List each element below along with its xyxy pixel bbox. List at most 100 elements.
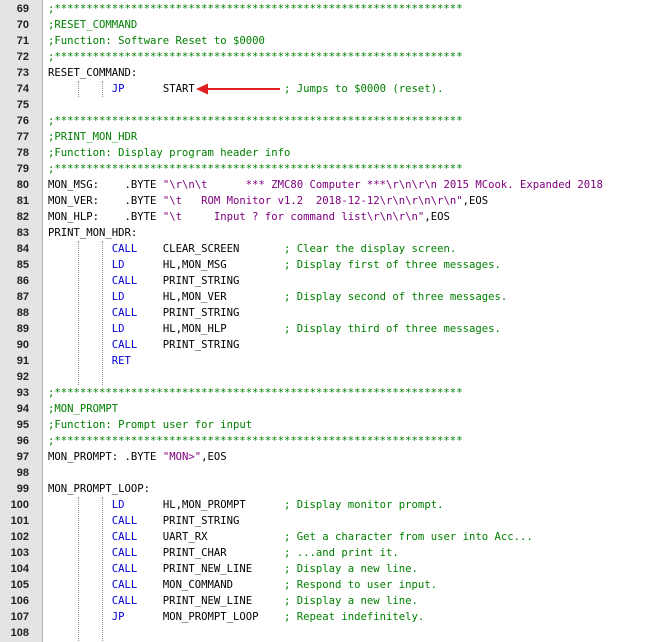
code-line[interactable]: CALL PRINT_NEW_LINE ; Display a new line… bbox=[48, 561, 418, 577]
code-token-comment: ; Respond to user input. bbox=[284, 579, 438, 591]
code-token-keyword: CALL bbox=[111, 515, 138, 527]
code-line[interactable]: ;***************************************… bbox=[48, 1, 463, 17]
code-token-string: "\r\n\t *** ZMC80 Computer ***\r\n\r\n 2… bbox=[162, 179, 603, 191]
code-line[interactable]: MON_MSG: .BYTE "\r\n\t *** ZMC80 Compute… bbox=[48, 177, 603, 193]
code-line[interactable]: RET bbox=[48, 353, 131, 369]
code-token-keyword: CALL bbox=[111, 547, 138, 559]
code-line[interactable]: ;Function: Software Reset to $0000 bbox=[48, 33, 265, 49]
code-line[interactable]: ;***************************************… bbox=[48, 113, 463, 129]
code-token-plain: MON_PROMPT_LOOP: bbox=[48, 483, 151, 495]
line-number: 98 bbox=[16, 467, 29, 479]
line-number: 103 bbox=[10, 547, 29, 559]
code-token-plain: PRINT_MON_HDR: bbox=[48, 227, 138, 239]
line-number: 71 bbox=[16, 35, 29, 47]
code-line[interactable]: MON_HLP: .BYTE "\t Input ? for command l… bbox=[48, 209, 450, 225]
code-line[interactable]: JP MON_PROMPT_LOOP ; Repeat indefinitely… bbox=[48, 609, 425, 625]
code-line[interactable]: CALL PRINT_STRING bbox=[48, 337, 240, 353]
code-token-comment: ;***************************************… bbox=[48, 3, 463, 15]
line-number-gutter: 69 70 71 72 73 74 75 76 77 78 79 80 81 82 83 84 85 86 87 88… bbox=[0, 0, 42, 642]
code-token-keyword: LD bbox=[111, 291, 125, 303]
code-line[interactable]: CALL CLEAR_SCREEN ; Clear the display sc… bbox=[48, 241, 456, 257]
code-line[interactable]: LD HL,MON_VER ; Display second of three … bbox=[48, 289, 507, 305]
code-line[interactable]: LD HL,MON_MSG ; Display first of three m… bbox=[48, 257, 501, 273]
indent-guide bbox=[102, 497, 103, 641]
code-line[interactable]: CALL PRINT_NEW_LINE ; Display a new line… bbox=[48, 593, 418, 609]
code-token-comment: ;Function: Display program header info bbox=[48, 147, 291, 159]
code-line[interactable]: LD HL,MON_PROMPT ; Display monitor promp… bbox=[48, 497, 444, 513]
line-number: 102 bbox=[10, 531, 29, 543]
line-number: 105 bbox=[10, 579, 29, 591]
indent-guide bbox=[78, 81, 79, 97]
code-line[interactable]: ;Function: Prompt user for input bbox=[48, 417, 252, 433]
code-line[interactable]: PRINT_MON_HDR: bbox=[48, 225, 137, 241]
code-line[interactable]: MON_PROMPT_LOOP: bbox=[48, 481, 150, 497]
code-line[interactable]: CALL UART_RX ; Get a character from user… bbox=[48, 529, 533, 545]
code-line[interactable]: ;PRINT_MON_HDR bbox=[48, 129, 137, 145]
indent-guide bbox=[78, 497, 79, 641]
code-line[interactable]: ;Function: Display program header info bbox=[48, 145, 290, 161]
code-token-plain: PRINT_NEW_LINE bbox=[137, 563, 284, 575]
code-editor[interactable]: 69 70 71 72 73 74 75 76 77 78 79 80 81 82 83 84 85 86 87 88… bbox=[0, 0, 661, 642]
code-token-comment: ; Display second of three messages. bbox=[284, 291, 508, 303]
code-line[interactable]: ;***************************************… bbox=[48, 385, 463, 401]
code-line[interactable]: ;***************************************… bbox=[48, 433, 463, 449]
line-number: 76 bbox=[16, 115, 29, 127]
code-line[interactable]: RESET_COMMAND: bbox=[48, 65, 137, 81]
code-token-keyword: CALL bbox=[111, 531, 138, 543]
code-line[interactable]: ;***************************************… bbox=[48, 49, 463, 65]
code-token-comment: ; Get a character from user into Acc... bbox=[284, 531, 533, 543]
code-token-keyword: LD bbox=[111, 259, 125, 271]
line-number: 104 bbox=[10, 563, 29, 575]
code-token-plain: PRINT_STRING bbox=[137, 307, 240, 319]
code-line[interactable]: ;***************************************… bbox=[48, 161, 463, 177]
line-number: 107 bbox=[10, 611, 29, 623]
code-token-comment: ;***************************************… bbox=[48, 387, 463, 399]
code-token-comment: ; Display first of three messages. bbox=[284, 259, 501, 271]
line-number: 96 bbox=[16, 435, 29, 447]
line-number: 80 bbox=[16, 179, 29, 191]
code-token-plain: ,EOS bbox=[424, 211, 450, 223]
line-number: 92 bbox=[16, 371, 29, 383]
code-token-plain: PRINT_CHAR bbox=[137, 547, 284, 559]
code-token-plain: HL,MON_VER bbox=[124, 291, 284, 303]
code-token-comment: ;***************************************… bbox=[48, 115, 463, 127]
line-number: 75 bbox=[16, 99, 29, 111]
line-number: 84 bbox=[16, 243, 29, 255]
line-number: 86 bbox=[16, 275, 29, 287]
code-token-comment: ;Function: Prompt user for input bbox=[48, 419, 253, 431]
code-line[interactable]: ;MON_PROMPT bbox=[48, 401, 118, 417]
code-line[interactable]: CALL PRINT_STRING bbox=[48, 305, 240, 321]
code-token-comment: ; Jumps to $0000 (reset). bbox=[284, 83, 444, 95]
line-number: 100 bbox=[10, 499, 29, 511]
line-number: 87 bbox=[16, 291, 29, 303]
code-line[interactable]: LD HL,MON_HLP ; Display third of three m… bbox=[48, 321, 501, 337]
code-line[interactable]: CALL PRINT_STRING bbox=[48, 513, 240, 529]
code-token-plain: PRINT_STRING bbox=[137, 339, 240, 351]
line-number: 79 bbox=[16, 163, 29, 175]
arrow-left-icon bbox=[196, 83, 280, 95]
code-token-comment: ;RESET_COMMAND bbox=[48, 19, 138, 31]
line-number: 82 bbox=[16, 211, 29, 223]
code-token-plain: MON_COMMAND bbox=[137, 579, 284, 591]
code-token-keyword: CALL bbox=[111, 243, 138, 255]
code-token-comment: ; Display a new line. bbox=[284, 595, 418, 607]
code-token-comment: ;MON_PROMPT bbox=[48, 403, 119, 415]
code-line[interactable]: MON_VER: .BYTE "\t ROM Monitor v1.2 2018… bbox=[48, 193, 488, 209]
line-number: 90 bbox=[16, 339, 29, 351]
code-line[interactable]: CALL MON_COMMAND ; Respond to user input… bbox=[48, 577, 437, 593]
line-number: 99 bbox=[16, 483, 29, 495]
code-line[interactable]: CALL PRINT_CHAR ; ...and print it. bbox=[48, 545, 399, 561]
code-token-plain: PRINT_STRING bbox=[137, 275, 240, 287]
code-token-plain: HL,MON_MSG bbox=[124, 259, 284, 271]
indent-guide bbox=[102, 81, 103, 97]
code-token-plain: UART_RX bbox=[137, 531, 284, 543]
line-number: 95 bbox=[16, 419, 29, 431]
line-number: 93 bbox=[16, 387, 29, 399]
code-line[interactable]: ;RESET_COMMAND bbox=[48, 17, 137, 33]
code-line[interactable]: MON_PROMPT: .BYTE "MON>",EOS bbox=[48, 449, 227, 465]
code-token-keyword: CALL bbox=[111, 339, 138, 351]
line-number: 91 bbox=[16, 355, 29, 367]
line-number: 72 bbox=[16, 51, 29, 63]
code-line[interactable]: CALL PRINT_STRING bbox=[48, 273, 240, 289]
code-token-plain: MON_VER: .BYTE bbox=[48, 195, 163, 207]
